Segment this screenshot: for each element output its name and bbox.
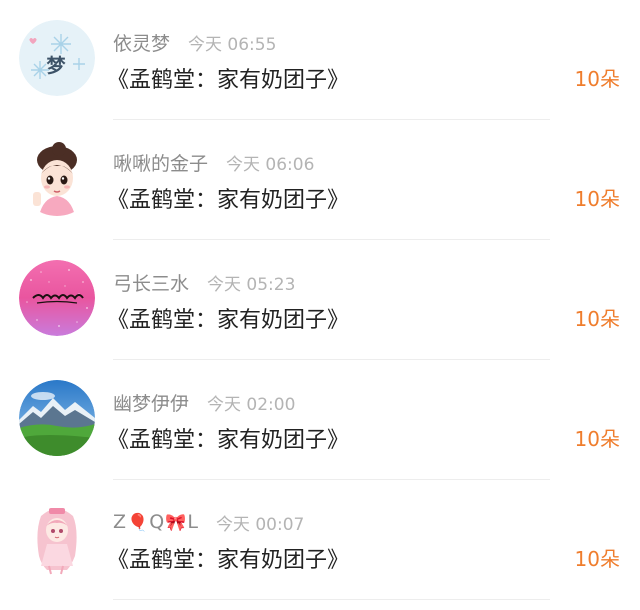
timestamp: 今天 06:06 (226, 154, 315, 175)
timestamp: 今天 00:07 (215, 514, 305, 535)
gift-count: 10朵 (574, 547, 620, 571)
timestamp: 今天 02:00 (207, 394, 296, 415)
name-part: Q (149, 511, 165, 533)
item-meta: Z🎈Q🎀L 今天 00:07 (113, 507, 304, 537)
list-item[interactable]: 幽梦伊伊 今天 02:00 《孟鹤堂：家有奶团子》 10朵 (0, 360, 640, 480)
avatar-image (19, 500, 95, 576)
avatar-cartoon-girl[interactable] (19, 140, 95, 216)
user-name[interactable]: 弓长三水 (113, 269, 189, 296)
timestamp: 今天 06:55 (188, 34, 277, 55)
avatar-image: 梦 (19, 20, 95, 96)
book-title[interactable]: 《孟鹤堂：家有奶团子》 (107, 542, 349, 574)
avatar-pink-glitter[interactable] (19, 260, 95, 336)
name-part: Z (113, 511, 127, 533)
list-item[interactable]: 弓长三水 今天 05:23 《孟鹤堂：家有奶团子》 10朵 (0, 240, 640, 360)
timestamp: 今天 05:23 (207, 274, 296, 295)
item-meta: 依灵梦 今天 06:55 (113, 27, 276, 57)
user-name[interactable]: 依灵梦 (113, 29, 170, 56)
gift-count: 10朵 (574, 427, 620, 451)
gift-count: 10朵 (574, 307, 620, 331)
row-divider (113, 599, 550, 600)
item-meta: 幽梦伊伊 今天 02:00 (113, 387, 295, 417)
avatar-image (19, 260, 95, 336)
list-item[interactable]: Z🎈Q🎀L 今天 00:07 《孟鹤堂：家有奶团子》 10朵 (0, 480, 640, 600)
name-part: L (187, 511, 198, 533)
gift-count: 10朵 (574, 187, 620, 211)
user-name[interactable]: Z🎈Q🎀L (113, 511, 198, 533)
book-title[interactable]: 《孟鹤堂：家有奶团子》 (107, 422, 349, 454)
avatar-anime-girl-pink[interactable] (19, 500, 95, 576)
item-meta: 啾啾的金子 今天 06:06 (113, 147, 314, 177)
item-meta: 弓长三水 今天 05:23 (113, 267, 295, 297)
user-name[interactable]: 幽梦伊伊 (113, 389, 189, 416)
book-title[interactable]: 《孟鹤堂：家有奶团子》 (107, 62, 349, 94)
gift-count: 10朵 (574, 67, 620, 91)
avatar-text: 梦 (46, 54, 66, 77)
avatar-image (19, 380, 95, 456)
list-item[interactable]: 梦 依灵梦 今天 06:55 《孟鹤堂：家有奶团子》 10朵 (0, 0, 640, 120)
list-item[interactable]: 啾啾的金子 今天 06:06 《孟鹤堂：家有奶团子》 10朵 (0, 120, 640, 240)
gift-record-list: 梦 依灵梦 今天 06:55 《孟鹤堂：家有奶团子》 10朵 啾啾的金子 今天 … (0, 0, 640, 610)
balloon-icon: 🎈 (127, 513, 149, 533)
avatar-snowflake-meng[interactable]: 梦 (19, 20, 95, 96)
book-title[interactable]: 《孟鹤堂：家有奶团子》 (107, 182, 349, 214)
avatar-mountain-landscape[interactable] (19, 380, 95, 456)
user-name[interactable]: 啾啾的金子 (113, 149, 208, 176)
ribbon-icon: 🎀 (165, 513, 187, 533)
book-title[interactable]: 《孟鹤堂：家有奶团子》 (107, 302, 349, 334)
avatar-image (19, 140, 95, 216)
